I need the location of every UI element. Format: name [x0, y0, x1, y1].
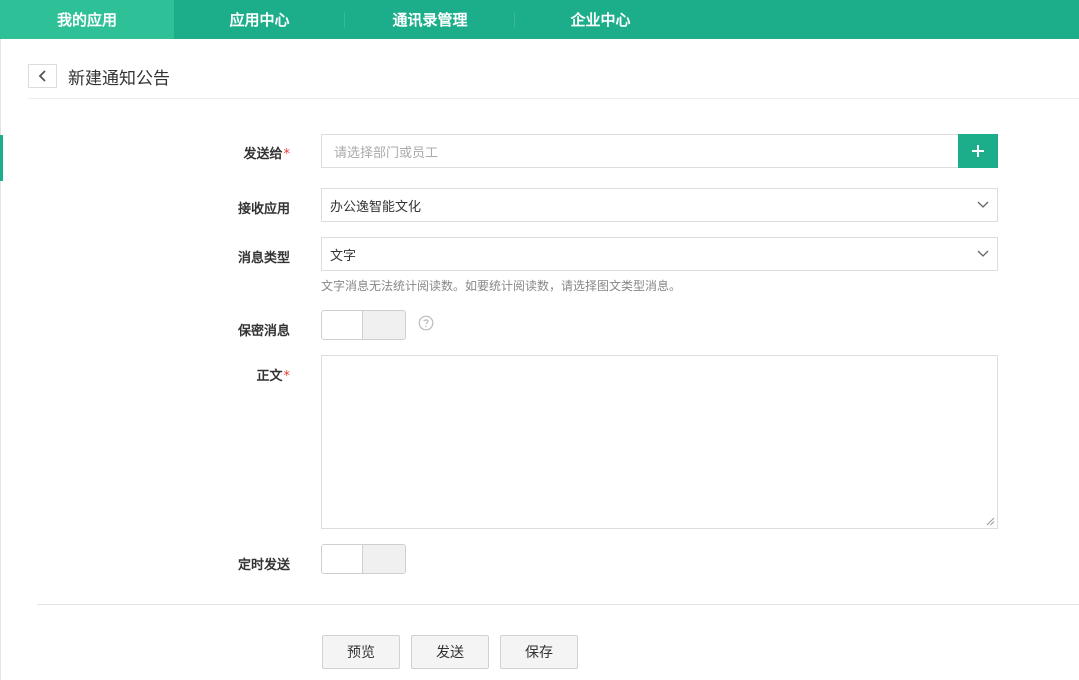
toggle-knob [362, 545, 405, 573]
chevron-down-icon [977, 201, 989, 208]
required-mark: * [283, 369, 291, 384]
resize-grip-icon[interactable] [986, 517, 995, 526]
page-header: 新建通知公告 [28, 62, 170, 90]
header-divider [28, 98, 1079, 99]
page-title: 新建通知公告 [68, 68, 170, 89]
message-type-hint: 文字消息无法统计阅读数。如要统计阅读数，请选择图文类型消息。 [321, 279, 682, 293]
nav-tab-label: 应用中心 [229, 11, 290, 29]
add-recipient-button[interactable] [958, 134, 998, 168]
left-accent-bar [0, 135, 3, 181]
send-to-input[interactable]: 请选择部门或员工 [321, 134, 959, 168]
confidential-label: 保密消息 [237, 324, 290, 339]
send-to-label: 发送给* [243, 147, 291, 162]
save-button[interactable]: 保存 [500, 635, 578, 669]
question-circle-icon[interactable] [418, 315, 434, 331]
scheduled-label: 定时发送 [237, 558, 290, 573]
receive-app-select[interactable]: 办公逸智能文化 [321, 188, 998, 222]
chevron-down-icon [977, 250, 989, 257]
toggle-knob [362, 311, 405, 339]
top-navigation: 我的应用 应用中心 通讯录管理 企业中心 [0, 0, 1079, 39]
receive-app-label: 接收应用 [237, 202, 290, 217]
confidential-toggle[interactable] [321, 310, 406, 340]
message-type-value: 文字 [330, 248, 357, 264]
nav-tab-app-center[interactable]: 应用中心 [174, 0, 345, 39]
nav-tab-contacts[interactable]: 通讯录管理 [345, 0, 515, 39]
body-textarea[interactable] [321, 355, 998, 529]
receive-app-value: 办公逸智能文化 [330, 199, 422, 215]
nav-tab-my-apps[interactable]: 我的应用 [0, 0, 174, 39]
chevron-left-icon [38, 70, 46, 82]
plus-icon [972, 145, 984, 157]
back-button[interactable] [28, 64, 57, 88]
message-type-label: 消息类型 [237, 251, 290, 266]
nav-tab-label: 我的应用 [56, 11, 117, 29]
preview-button[interactable]: 预览 [322, 635, 400, 669]
nav-tab-label: 通讯录管理 [392, 11, 468, 29]
send-button[interactable]: 发送 [411, 635, 489, 669]
nav-tab-label: 企业中心 [570, 11, 631, 29]
nav-tab-enterprise[interactable]: 企业中心 [515, 0, 686, 39]
required-mark: * [283, 147, 291, 162]
footer-divider [37, 604, 1079, 605]
body-label: 正文* [256, 369, 291, 384]
send-to-placeholder: 请选择部门或员工 [334, 145, 439, 161]
scheduled-toggle[interactable] [321, 544, 406, 574]
message-type-select[interactable]: 文字 [321, 237, 998, 271]
